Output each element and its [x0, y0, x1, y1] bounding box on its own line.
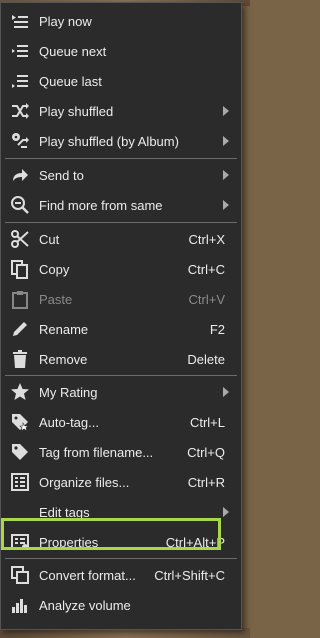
auto-tag-icon — [9, 411, 31, 433]
menu-item-label: Paste — [39, 291, 73, 307]
menu-item-label: Copy — [39, 261, 70, 277]
submenu-arrow-icon — [223, 106, 229, 116]
pencil-icon — [9, 318, 31, 340]
menu-item-cut[interactable]: Cut Ctrl+X — [1, 224, 241, 254]
menu-separator — [5, 375, 237, 376]
menu-item-shortcut: Ctrl+L — [189, 414, 225, 430]
copy-icon — [9, 258, 31, 280]
menu-item-play-now[interactable]: Play now — [1, 6, 241, 36]
menu-separator — [5, 558, 237, 559]
menu-item-convert-format[interactable]: Convert format... Ctrl+Shift+C — [1, 560, 241, 590]
menu-item-shortcut: Ctrl+X — [188, 231, 225, 247]
menu-item-label: Organize files... — [39, 474, 130, 490]
menu-item-label: Play shuffled — [39, 103, 114, 119]
trash-icon — [9, 348, 31, 370]
menu-item-play-shuffled-album[interactable]: Play shuffled (by Album) — [1, 126, 241, 156]
menu-item-shortcut: Ctrl+Shift+C — [154, 567, 225, 583]
menu-item-label: Send to — [39, 167, 84, 183]
submenu-arrow-icon — [223, 136, 229, 146]
menu-item-label: Convert format... — [39, 567, 136, 583]
queue-last-icon — [9, 70, 31, 92]
menu-item-queue-last[interactable]: Queue last — [1, 66, 241, 96]
menu-item-label: Play shuffled (by Album) — [39, 133, 179, 149]
find-icon — [9, 194, 31, 216]
analyze-volume-icon — [9, 594, 31, 616]
properties-highlight-box — [1, 518, 221, 550]
menu-item-label: Queue last — [39, 73, 102, 89]
shuffle-album-icon — [9, 130, 31, 152]
menu-item-tag-from-filename[interactable]: Tag from filename... Ctrl+Q — [1, 437, 241, 467]
queue-next-icon — [9, 40, 31, 62]
menu-item-shortcut: Ctrl+C — [187, 261, 225, 277]
play-list-icon — [9, 10, 31, 32]
tag-icon — [9, 441, 31, 463]
shuffle-icon — [9, 100, 31, 122]
menu-item-analyze-volume[interactable]: Analyze volume — [1, 590, 241, 620]
menu-item-rename[interactable]: Rename F2 — [1, 314, 241, 344]
menu-item-shortcut: F2 — [209, 321, 225, 337]
submenu-arrow-icon — [223, 387, 229, 397]
menu-item-my-rating[interactable]: My Rating — [1, 377, 241, 407]
send-icon — [9, 164, 31, 186]
menu-separator — [5, 158, 237, 159]
menu-item-label: Cut — [39, 231, 60, 247]
menu-item-label: Find more from same — [39, 197, 163, 213]
menu-item-find-more[interactable]: Find more from same — [1, 190, 241, 220]
menu-item-play-shuffled[interactable]: Play shuffled — [1, 96, 241, 126]
convert-icon — [9, 564, 31, 586]
menu-item-paste: Paste Ctrl+V — [1, 284, 241, 314]
star-icon — [9, 381, 31, 403]
submenu-arrow-icon — [223, 507, 229, 517]
menu-item-shortcut: Ctrl+Q — [187, 444, 225, 460]
submenu-arrow-icon — [223, 170, 229, 180]
submenu-arrow-icon — [223, 200, 229, 210]
menu-item-label: Queue next — [39, 43, 107, 59]
menu-item-shortcut: Ctrl+V — [188, 291, 225, 307]
menu-item-label: Rename — [39, 321, 89, 337]
menu-item-remove[interactable]: Remove Delete — [1, 344, 241, 374]
menu-item-label: Auto-tag... — [39, 414, 99, 430]
menu-item-label: Play now — [39, 13, 92, 29]
paste-icon — [9, 288, 31, 310]
menu-item-label: My Rating — [39, 384, 98, 400]
scissors-icon — [9, 228, 31, 250]
menu-separator — [5, 222, 237, 223]
menu-item-copy[interactable]: Copy Ctrl+C — [1, 254, 241, 284]
menu-item-queue-next[interactable]: Queue next — [1, 36, 241, 66]
menu-item-label: Tag from filename... — [39, 444, 154, 460]
menu-item-organize-files[interactable]: Organize files... Ctrl+R — [1, 467, 241, 497]
menu-item-label: Remove — [39, 351, 88, 367]
menu-item-label: Analyze volume — [39, 597, 131, 613]
organize-icon — [9, 471, 31, 493]
menu-item-shortcut: Ctrl+R — [187, 474, 225, 490]
menu-item-shortcut: Delete — [187, 351, 225, 367]
menu-item-send-to[interactable]: Send to — [1, 160, 241, 190]
menu-item-auto-tag[interactable]: Auto-tag... Ctrl+L — [1, 407, 241, 437]
